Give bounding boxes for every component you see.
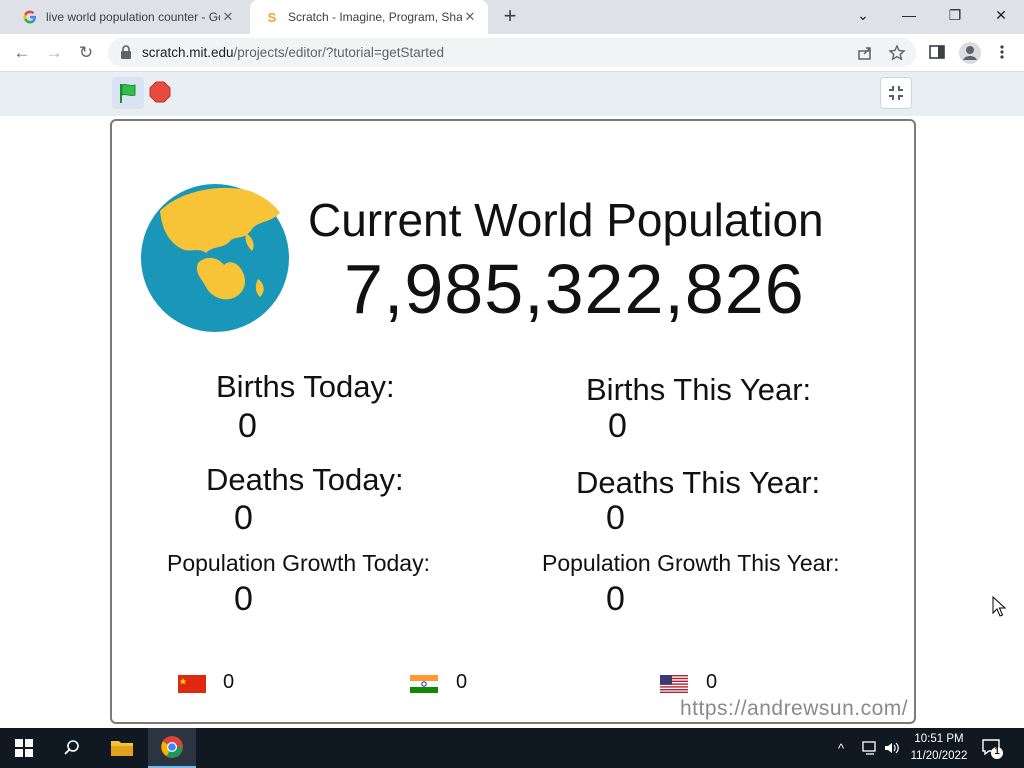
side-panel-icon[interactable]	[928, 43, 948, 63]
shrink-icon	[889, 86, 903, 100]
bookmark-star-icon[interactable]	[888, 44, 906, 62]
chrome-menu-icon[interactable]	[994, 43, 1014, 63]
tab-scratch[interactable]: S Scratch - Imagine, Program, Shar ✕	[250, 0, 488, 34]
deaths-year-label: Deaths This Year:	[576, 465, 821, 500]
green-flag-icon	[120, 83, 136, 103]
scratch-icon: S	[267, 9, 277, 25]
reload-button[interactable]: ↻	[74, 41, 98, 65]
system-clock[interactable]: 10:51 PM 11/20/2022	[904, 731, 974, 765]
globe-icon	[141, 184, 289, 332]
exit-fullscreen-button[interactable]	[880, 77, 912, 109]
url-host: scratch.mit.edu	[142, 45, 234, 60]
tab-title: Scratch - Imagine, Program, Shar	[288, 10, 462, 24]
births-year-value: 0	[608, 407, 627, 445]
green-flag-button[interactable]	[112, 77, 144, 109]
stop-octagon-icon	[149, 81, 171, 103]
watermark-url: https://andrewsun.com/	[680, 697, 909, 720]
url-path: /projects/editor/?tutorial=getStarted	[233, 45, 445, 60]
lock-icon	[120, 45, 132, 64]
headline: Current World Population	[308, 194, 824, 246]
browser-tab-strip: live world population counter - Go ✕ S S…	[0, 0, 1024, 34]
china-flag-icon	[178, 675, 206, 693]
google-g-icon	[22, 9, 38, 25]
clock-time: 10:51 PM	[914, 733, 964, 745]
tab-close-icon[interactable]: ✕	[220, 9, 236, 25]
new-tab-button[interactable]: +	[498, 5, 522, 29]
tab-title: live world population counter - Go	[46, 10, 220, 24]
growth-today-label: Population Growth Today:	[167, 550, 430, 576]
start-button[interactable]	[0, 728, 48, 768]
deaths-today-label: Deaths Today:	[206, 462, 404, 497]
file-explorer-button[interactable]	[98, 728, 146, 768]
tab-search-chevron-icon[interactable]: ⌄	[840, 0, 886, 30]
births-today-label: Births Today:	[216, 369, 395, 404]
back-button[interactable]: ←	[10, 41, 34, 65]
chrome-icon	[161, 736, 183, 758]
network-icon[interactable]	[862, 728, 878, 768]
growth-year-label: Population Growth This Year:	[542, 550, 840, 576]
address-bar[interactable]: scratch.mit.edu/projects/editor/?tutoria…	[108, 38, 916, 67]
windows-logo-icon	[15, 739, 33, 757]
minimize-button[interactable]: —	[886, 0, 932, 30]
forward-button[interactable]: →	[42, 41, 66, 65]
clock-date: 11/20/2022	[910, 750, 968, 762]
volume-icon[interactable]	[884, 728, 900, 768]
show-hidden-icons-button[interactable]: ^	[838, 728, 844, 768]
births-year-label: Births This Year:	[586, 372, 812, 407]
india-flag-icon	[410, 675, 438, 693]
action-center-button[interactable]: 1	[980, 736, 1004, 760]
population-counter: 7,985,322,826	[344, 250, 805, 328]
china-value: 0	[223, 671, 235, 693]
usa-value: 0	[706, 671, 718, 693]
scratch-stage[interactable]: Current World Population 7,985,322,826 B…	[110, 119, 916, 724]
search-icon	[64, 740, 79, 755]
folder-icon	[111, 741, 133, 756]
growth-year-value: 0	[606, 580, 625, 618]
usa-flag-icon	[660, 675, 688, 693]
browser-toolbar: ← → ↻ scratch.mit.edu/projects/editor/?t…	[0, 34, 1024, 72]
search-button[interactable]	[48, 728, 96, 768]
deaths-today-value: 0	[234, 499, 253, 537]
chrome-taskbar-button[interactable]	[148, 728, 196, 768]
close-window-button[interactable]: ✕	[978, 0, 1024, 30]
restore-button[interactable]: ❐	[932, 0, 978, 30]
windows-taskbar: ^ 10:51 PM 11/20/2022 1	[0, 728, 1024, 768]
deaths-year-value: 0	[606, 499, 625, 537]
tab-close-icon[interactable]: ✕	[462, 9, 478, 25]
births-today-value: 0	[238, 407, 257, 445]
india-value: 0	[456, 671, 468, 693]
notification-count: 1	[994, 746, 1000, 757]
url-text: scratch.mit.edu/projects/editor/?tutoria…	[142, 45, 444, 60]
profile-avatar-icon[interactable]	[958, 41, 981, 64]
growth-today-value: 0	[234, 580, 253, 618]
mouse-cursor-icon	[992, 596, 1007, 617]
share-icon[interactable]	[856, 44, 874, 62]
stop-button[interactable]	[148, 80, 172, 104]
tab-google-search[interactable]: live world population counter - Go ✕	[8, 0, 246, 34]
